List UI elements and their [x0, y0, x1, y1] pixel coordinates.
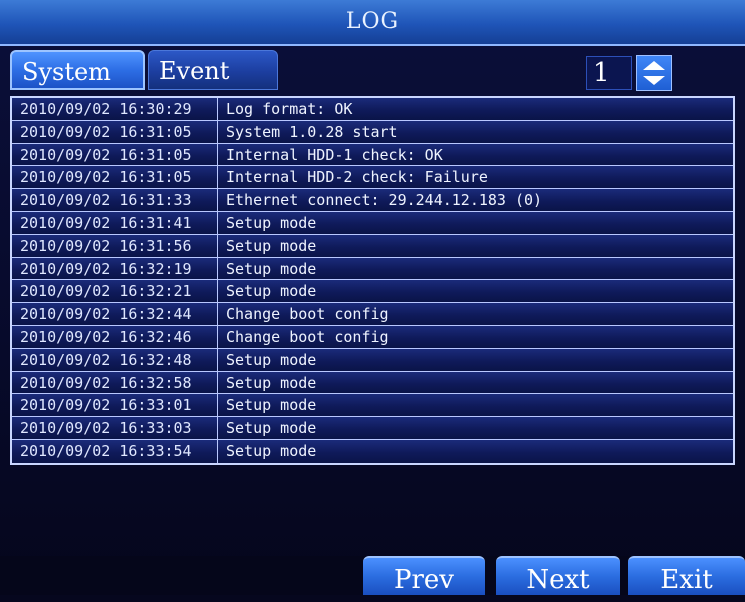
log-timestamp: 2010/09/02 16:32:19: [12, 257, 218, 280]
log-row[interactable]: 2010/09/02 16:30:29 Log format: OK: [12, 98, 733, 121]
log-row[interactable]: 2010/09/02 16:31:05 System 1.0.28 start: [12, 120, 733, 144]
page-number-field[interactable]: 1: [586, 56, 632, 90]
log-row[interactable]: 2010/09/02 16:32:58 Setup mode: [12, 371, 733, 395]
log-timestamp: 2010/09/02 16:32:48: [12, 348, 218, 371]
next-button[interactable]: Next: [496, 556, 620, 595]
log-timestamp: 2010/09/02 16:31:05: [12, 166, 218, 189]
log-screen: LOG System Event 1 2010/09/02 16:30:29 Lo…: [0, 0, 745, 595]
log-message: Setup mode: [226, 236, 317, 255]
log-message: Setup mode: [226, 396, 317, 415]
log-row[interactable]: 2010/09/02 16:32:46 Change boot config: [12, 325, 733, 349]
log-timestamp: 2010/09/02 16:32:46: [12, 325, 218, 348]
log-timestamp: 2010/09/02 16:31:56: [12, 234, 218, 257]
log-row[interactable]: 2010/09/02 16:31:41 Setup mode: [12, 211, 733, 235]
log-message: Setup mode: [226, 282, 317, 301]
log-message: Internal HDD-1 check: OK: [226, 145, 443, 164]
log-message: Ethernet connect: 29.244.12.183 (0): [226, 191, 543, 210]
log-message: Setup mode: [226, 259, 317, 278]
log-timestamp: 2010/09/02 16:31:05: [12, 143, 218, 166]
prev-button[interactable]: Prev: [363, 556, 485, 595]
log-row[interactable]: 2010/09/02 16:33:54 Setup mode: [12, 439, 733, 463]
log-message: Change boot config: [226, 305, 389, 324]
log-timestamp: 2010/09/02 16:32:21: [12, 280, 218, 303]
log-timestamp: 2010/09/02 16:30:29: [12, 98, 218, 120]
log-row[interactable]: 2010/09/02 16:32:48 Setup mode: [12, 348, 733, 372]
log-timestamp: 2010/09/02 16:33:03: [12, 417, 218, 439]
log-message: Setup mode: [226, 350, 317, 369]
log-timestamp: 2010/09/02 16:32:44: [12, 303, 218, 325]
log-row[interactable]: 2010/09/02 16:32:19 Setup mode: [12, 257, 733, 281]
log-timestamp: 2010/09/02 16:33:01: [12, 394, 218, 417]
log-timestamp: 2010/09/02 16:31:05: [12, 120, 218, 143]
window-title: LOG: [0, 0, 745, 46]
log-timestamp: 2010/09/02 16:33:54: [12, 439, 218, 463]
log-message: Log format: OK: [226, 100, 353, 118]
log-row[interactable]: 2010/09/02 16:31:33 Ethernet connect: 29.…: [12, 189, 733, 212]
log-row[interactable]: 2010/09/02 16:32:21 Setup mode: [12, 280, 733, 304]
log-timestamp: 2010/09/02 16:31:33: [12, 189, 218, 211]
log-row[interactable]: 2010/09/02 16:31:05 Internal HDD-2 check:…: [12, 166, 733, 190]
log-message: Change boot config: [226, 327, 389, 346]
log-timestamp: 2010/09/02 16:32:58: [12, 371, 218, 394]
log-row[interactable]: 2010/09/02 16:31:05 Internal HDD-1 check:…: [12, 143, 733, 167]
log-message: Setup mode: [226, 441, 317, 460]
tab-event[interactable]: Event: [148, 50, 278, 90]
tab-system[interactable]: System: [10, 50, 145, 90]
log-message: System 1.0.28 start: [226, 122, 398, 141]
exit-button[interactable]: Exit: [628, 556, 745, 595]
log-message: Setup mode: [226, 419, 317, 438]
log-table: 2010/09/02 16:30:29 Log format: OK 2010/09…: [10, 96, 735, 465]
log-row[interactable]: 2010/09/02 16:33:01 Setup mode: [12, 394, 733, 418]
up-down-spinner-icon[interactable]: [636, 55, 672, 91]
log-row[interactable]: 2010/09/02 16:33:03 Setup mode: [12, 417, 733, 440]
log-row[interactable]: 2010/09/02 16:31:56 Setup mode: [12, 234, 733, 258]
log-message: Internal HDD-2 check: Failure: [226, 168, 488, 187]
log-timestamp: 2010/09/02 16:31:41: [12, 211, 218, 234]
log-message: Setup mode: [226, 373, 317, 392]
log-row[interactable]: 2010/09/02 16:32:44 Change boot config: [12, 303, 733, 326]
log-message: Setup mode: [226, 213, 317, 232]
